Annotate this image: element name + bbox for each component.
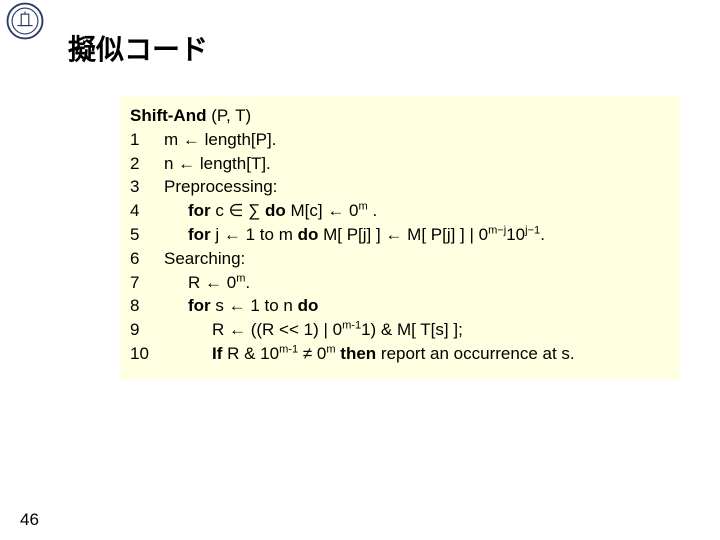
line-body: Searching: [164,247,245,271]
line-number: 10 [130,342,164,366]
algorithm-header: Shift-And (P, T) [130,104,670,128]
line-body: for c ∈ ∑ do M[c] ← 0m . [164,199,377,223]
line-number: 3 [130,175,164,199]
pseudocode-line: 3Preprocessing: [130,175,670,199]
line-body: If R & 10m-1 ≠ 0m then report an occurre… [164,342,575,366]
line-number: 5 [130,223,164,247]
page-number: 46 [20,510,39,530]
pseudocode-line: 4for c ∈ ∑ do M[c] ← 0m . [130,199,670,223]
pseudocode-line: 6Searching: [130,247,670,271]
pseudocode-line: 5for j ← 1 to m do M[ P[j] ] ← M[ P[j] ]… [130,223,670,247]
line-number: 7 [130,271,164,295]
university-seal-logo [6,2,44,40]
pseudocode-block: Shift-And (P, T) 1m ← length[P].2n ← len… [120,96,680,380]
slide-title: 擬似コード [68,28,208,68]
line-body: for j ← 1 to m do M[ P[j] ] ← M[ P[j] ] … [164,223,545,247]
line-body: R ← ((R << 1) | 0m-11) & M[ T[s] ]; [164,318,463,342]
line-body: n ← length[T]. [164,152,271,176]
line-number: 2 [130,152,164,176]
pseudocode-line: 10If R & 10m-1 ≠ 0m then report an occur… [130,342,670,366]
pseudocode-line: 8for s ← 1 to n do [130,294,670,318]
line-number: 4 [130,199,164,223]
algorithm-args: (P, T) [211,106,251,125]
pseudocode-line: 9R ← ((R << 1) | 0m-11) & M[ T[s] ]; [130,318,670,342]
line-body: for s ← 1 to n do [164,294,318,318]
pseudocode-line: 7R ← 0m. [130,271,670,295]
line-number: 6 [130,247,164,271]
line-body: R ← 0m. [164,271,250,295]
line-number: 8 [130,294,164,318]
pseudocode-line: 1m ← length[P]. [130,128,670,152]
pseudocode-line: 2n ← length[T]. [130,152,670,176]
line-number: 1 [130,128,164,152]
line-body: Preprocessing: [164,175,277,199]
algorithm-name: Shift-And [130,106,206,125]
line-number: 9 [130,318,164,342]
line-body: m ← length[P]. [164,128,276,152]
